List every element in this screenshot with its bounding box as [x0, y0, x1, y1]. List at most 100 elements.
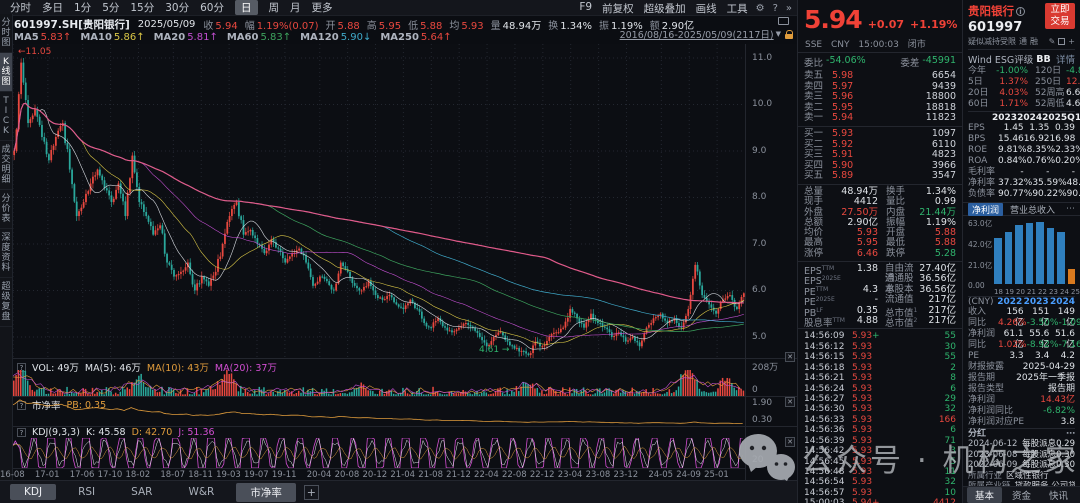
ask-row[interactable]: 卖五5.986654	[804, 71, 956, 82]
period-tab-周[interactable]: 周	[269, 0, 280, 15]
sidebar-item-分时图[interactable]: 分时图	[0, 14, 12, 53]
menu-item-前复权[interactable]: 前复权	[602, 1, 634, 16]
sidebar-item-TICK[interactable]: TICK	[0, 92, 12, 141]
date-tick: 17-01	[35, 470, 60, 480]
period-tab-多日[interactable]: 多日	[42, 0, 63, 15]
label: 同比	[968, 340, 998, 351]
indicator-tab-W&R[interactable]: W&R	[174, 484, 228, 500]
time-and-sales[interactable]: 14:56:095.93+5514:56:125.933014:56:155.9…	[804, 331, 956, 503]
indicator-help-icon[interactable]: ?	[17, 428, 26, 437]
bid-row[interactable]: 买五5.893547	[804, 171, 956, 182]
date-tick: 21-08	[418, 470, 443, 480]
label: 217亿	[928, 316, 956, 326]
indicator-tab-市净率[interactable]: 市净率	[236, 483, 296, 502]
indicator-tab-KDJ[interactable]: KDJ	[10, 484, 56, 500]
esg-detail-link[interactable]: 详情	[1056, 52, 1075, 66]
panel-tab-资金[interactable]: 资金	[1004, 487, 1039, 503]
dividend-title: 分红	[968, 429, 986, 439]
layout-icon[interactable]	[1058, 38, 1065, 45]
quote-stats: 总量48.94万换手1.34%现手4412量比0.99外盘27.50万内盘21.…	[804, 187, 956, 259]
sidebar-item-超级复盘[interactable]: 超级复盘	[0, 278, 12, 327]
chevron-down-icon[interactable]: ▼	[776, 30, 781, 38]
period-tab-60分[interactable]: 60分	[200, 0, 224, 15]
more-icon[interactable]: ⋯	[986, 429, 1075, 439]
trade-now-button[interactable]: 立即交易	[1045, 3, 1075, 29]
panel-tab-快讯[interactable]: 快讯	[1041, 487, 1076, 503]
dividend-row: 2024-06-12每股派息0.29	[968, 439, 1075, 450]
more-metrics-icon[interactable]: ⋯	[1062, 204, 1075, 214]
period-tab-30分[interactable]: 30分	[165, 0, 189, 15]
sidebar-item-深度资料[interactable]: 深度资料	[0, 229, 12, 278]
period-tab-月[interactable]: 月	[290, 0, 301, 15]
info-icon[interactable]: i	[1016, 7, 1025, 16]
label: +	[872, 498, 880, 503]
period-tab-日[interactable]: 日	[235, 0, 258, 15]
date-tick: 25-01	[704, 470, 729, 480]
fund-value: 0.39	[1049, 123, 1075, 134]
bid-row[interactable]: 买一5.931097	[804, 129, 956, 140]
period-tab-更多[interactable]: 更多	[312, 0, 333, 15]
indicator-tab-RSI[interactable]: RSI	[64, 484, 109, 500]
volume-chart[interactable]	[13, 370, 745, 396]
ma-bar: MA55.83↑MA105.86↑MA205.81↑MA605.83↑MA120…	[14, 31, 461, 44]
kdj-pane-label: ? KDJ(9,3,3) K: 45.58 D: 42.70 J: 51.36	[17, 427, 221, 438]
unlock-icon[interactable]	[785, 30, 793, 39]
label: 6.46	[832, 249, 878, 259]
close-icon[interactable]: ✕	[785, 437, 795, 447]
ask-row[interactable]: 卖一5.9411823	[804, 113, 956, 124]
metric-tab-营业总收入[interactable]: 营业总收入	[1010, 203, 1055, 216]
close-icon[interactable]: ✕	[785, 352, 795, 362]
label: 5.83↑	[260, 32, 291, 43]
sidebar-item-K线图[interactable]: K线图	[0, 53, 12, 92]
help-icon[interactable]: ?	[773, 3, 778, 14]
sidebar-item-成交明细[interactable]: 成交明细	[0, 141, 12, 190]
indicator-tab-SAR[interactable]: SAR	[117, 484, 166, 500]
symbol-label: 601997.SH[贵阳银行]	[14, 17, 130, 32]
price-tick: 6.0	[752, 285, 766, 295]
date-tick: 20-04	[307, 470, 332, 480]
menu-item-画线[interactable]: 画线	[696, 1, 717, 16]
label: PE	[968, 351, 998, 362]
ma-item: MA2505.64↑	[380, 32, 451, 43]
date-range-label[interactable]: 2016/08/16-2025/05/09(2117日)	[620, 27, 774, 41]
metric-tab-净利润[interactable]: 净利润	[968, 203, 1003, 216]
vol-axis-top: 208万	[752, 360, 778, 373]
fund-header: 202320242025Q1	[968, 111, 1075, 123]
label: 股息率TTM	[804, 316, 848, 326]
pb-chart[interactable]	[13, 396, 745, 426]
close-icon[interactable]: ✕	[785, 397, 795, 407]
gear-icon[interactable]: ⚙	[756, 3, 765, 14]
period-tab-1分[interactable]: 1分	[74, 0, 91, 15]
add-icon[interactable]: +	[1068, 37, 1075, 46]
tick-row: 15:00:035.94+4412	[804, 498, 956, 503]
report-row: 净利润14.43亿	[968, 395, 1075, 406]
menu-item-超级叠加[interactable]: 超级叠加	[644, 1, 686, 16]
date-tick: 22-04	[474, 470, 499, 480]
menu-item-工具[interactable]: 工具	[727, 1, 748, 16]
add-indicator-button[interactable]: +	[304, 485, 319, 500]
label: 1.34%	[560, 21, 592, 32]
period-tab-分时[interactable]: 分时	[10, 0, 31, 15]
candlestick-chart[interactable]	[13, 44, 745, 358]
fund-value: 90.77%	[998, 189, 1032, 200]
menu-item-F9[interactable]: F9	[579, 1, 592, 16]
collapse-icon[interactable]: »	[786, 3, 792, 14]
kdj-chart[interactable]	[13, 438, 745, 468]
fund-row: ROA0.84%0.76%0.20%	[968, 156, 1075, 167]
monitor-icon[interactable]	[778, 17, 789, 25]
label: 30	[892, 342, 956, 352]
income-value: 4.2	[1049, 351, 1075, 362]
label: 5.94+	[852, 498, 892, 503]
label: 高	[367, 21, 377, 32]
period-tab-15分[interactable]: 15分	[130, 0, 154, 15]
date-tick: 17-06	[70, 470, 95, 480]
pencil-icon[interactable]: ✎	[1049, 37, 1056, 46]
sidebar-item-分价表[interactable]: 分价表	[0, 190, 12, 229]
income-value: 3.4	[1024, 351, 1050, 362]
period-tab-5分[interactable]: 5分	[102, 0, 119, 15]
panel-tab-基本[interactable]: 基本	[967, 487, 1002, 503]
date-range-control[interactable]: 2016/08/16-2025/05/09(2117日) ▼	[620, 27, 793, 41]
terminal-window: 分时多日 1分 5分 15分 30分 60分日周月更多 F9 前复权超级叠加画线工具 ⚙ ?…	[0, 0, 1080, 503]
date-tick: 23-04	[558, 470, 583, 480]
date-tick: 24-09	[676, 470, 701, 480]
